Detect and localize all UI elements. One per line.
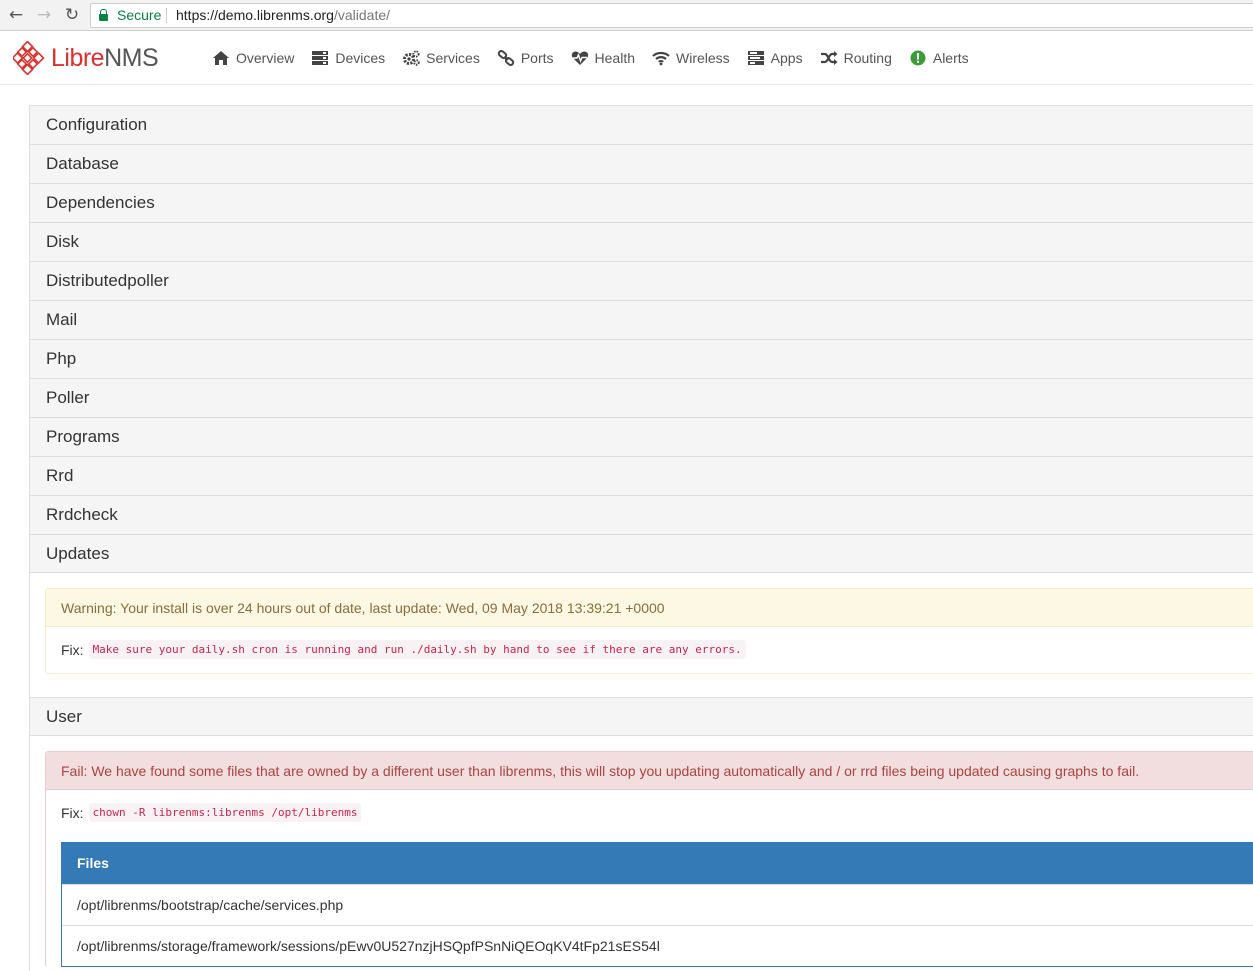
user-fix-label: Fix: (61, 804, 84, 821)
reload-icon[interactable]: ↻ (63, 6, 81, 24)
nav-devices-label: Devices (335, 50, 386, 66)
url-path: /validate/ (333, 7, 391, 23)
server-icon (312, 51, 329, 65)
wifi-icon (652, 51, 670, 66)
nav-alerts[interactable]: Alerts (909, 50, 969, 66)
forward-arrow-icon[interactable]: → (35, 6, 53, 24)
nav-services-label: Services (426, 50, 480, 66)
heartbeat-icon (571, 51, 588, 65)
random-icon (820, 51, 838, 65)
updates-fix-code: Make sure your daily.sh cron is running … (88, 640, 746, 659)
nav-wireless-label: Wireless (676, 50, 730, 66)
section-user[interactable]: User (29, 697, 1253, 736)
user-fail-alert: Fail: We have found some files that are … (45, 751, 1253, 967)
home-icon (213, 51, 229, 65)
nav-alerts-label: Alerts (932, 50, 969, 66)
nav-routing[interactable]: Routing (820, 50, 892, 66)
address-separator (166, 8, 167, 23)
section-dependencies[interactable]: Dependencies (29, 183, 1253, 222)
nav-overview[interactable]: Overview (212, 50, 294, 66)
section-distributedpoller[interactable]: Distributedpoller (29, 261, 1253, 300)
secure-indicator[interactable]: Secure (99, 4, 161, 27)
updates-warning-alert: Warning: Your install is over 24 hours o… (45, 588, 1253, 674)
list-item: /opt/librenms/bootstrap/cache/services.p… (62, 884, 1253, 925)
section-configuration[interactable]: Configuration (29, 105, 1253, 144)
user-fix-row: Fix: chown -R librenms:librenms /opt/lib… (46, 790, 1253, 836)
nav-wireless[interactable]: Wireless (652, 50, 730, 66)
section-database[interactable]: Database (29, 144, 1253, 183)
nav-devices[interactable]: Devices (311, 50, 385, 66)
logo-text-rest: NMS (104, 43, 159, 72)
link-icon (497, 50, 514, 66)
user-fix-code: chown -R librenms:librenms /opt/librenms (88, 803, 362, 822)
main-menu: Overview Devices Services Ports Health W… (212, 31, 986, 85)
updates-fix-row: Fix: Make sure your daily.sh cron is run… (46, 627, 1253, 673)
updates-warning-text: Warning: Your install is over 24 hours o… (46, 589, 1253, 627)
tasks-icon (747, 51, 764, 65)
logo-mark-icon (13, 41, 45, 75)
section-poller[interactable]: Poller (29, 378, 1253, 417)
address-bar[interactable]: Secure https://demo.librenms.org/validat… (90, 3, 1253, 28)
list-item: /opt/librenms/storage/framework/sessions… (62, 925, 1253, 966)
url-text[interactable]: https://demo.librenms.org/validate/ (176, 4, 390, 27)
exclamation-circle-icon (910, 50, 926, 66)
user-body: Fail: We have found some files that are … (29, 736, 1253, 971)
section-disk[interactable]: Disk (29, 222, 1253, 261)
files-list-panel: Files /opt/librenms/bootstrap/cache/serv… (61, 842, 1253, 967)
section-php[interactable]: Php (29, 339, 1253, 378)
librenms-logo[interactable]: LibreNMS (13, 41, 159, 75)
logo-text: LibreNMS (51, 43, 159, 73)
lock-icon (99, 9, 108, 21)
nav-apps[interactable]: Apps (747, 50, 803, 66)
validation-panels: Configuration Database Dependencies Disk… (29, 105, 1253, 971)
nav-overview-label: Overview (236, 50, 295, 66)
section-rrd[interactable]: Rrd (29, 456, 1253, 495)
section-mail[interactable]: Mail (29, 300, 1253, 339)
nav-services[interactable]: Services (402, 50, 480, 66)
url-host: https://demo.librenms.org (176, 7, 334, 23)
cogs-icon (403, 50, 420, 66)
updates-body: Warning: Your install is over 24 hours o… (29, 573, 1253, 697)
updates-fix-label: Fix: (61, 641, 84, 658)
nav-ports[interactable]: Ports (497, 50, 554, 66)
nav-health-label: Health (594, 50, 635, 66)
nav-routing-label: Routing (843, 50, 892, 66)
secure-label: Secure (117, 7, 162, 23)
user-fail-text: Fail: We have found some files that are … (46, 752, 1253, 790)
nav-ports-label: Ports (520, 50, 554, 66)
section-updates[interactable]: Updates (29, 534, 1253, 573)
back-arrow-icon[interactable]: ← (7, 6, 25, 24)
files-list-header: Files (62, 843, 1253, 884)
logo-text-accent: Libre (51, 43, 105, 72)
browser-toolbar: ← → ↻ Secure https://demo.librenms.org/v… (0, 0, 1253, 31)
nav-apps-label: Apps (770, 50, 803, 66)
main-navbar: LibreNMS Overview Devices Services Ports… (0, 31, 1253, 85)
nav-health[interactable]: Health (571, 50, 635, 66)
section-programs[interactable]: Programs (29, 417, 1253, 456)
section-rrdcheck[interactable]: Rrdcheck (29, 495, 1253, 534)
